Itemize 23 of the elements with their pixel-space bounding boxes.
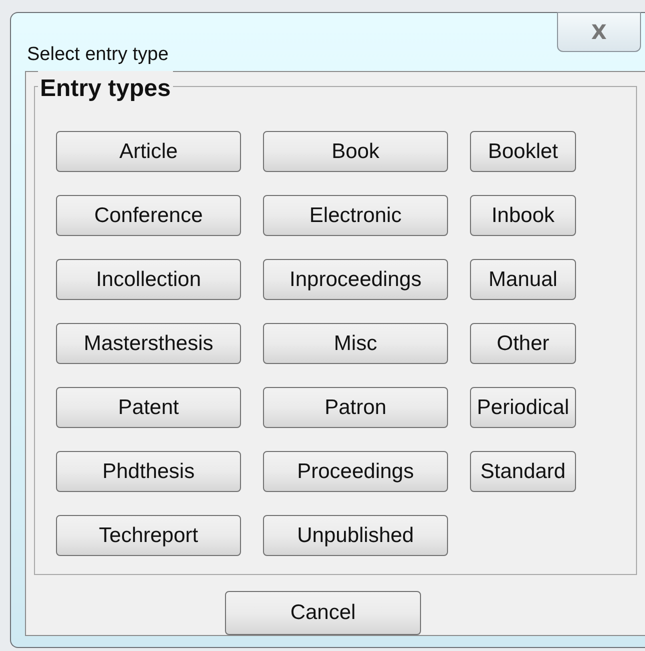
- entry-type-button[interactable]: Article: [56, 131, 241, 172]
- entry-type-button[interactable]: Incollection: [56, 259, 241, 300]
- entry-type-button[interactable]: Manual: [470, 259, 576, 300]
- entry-type-button[interactable]: Mastersthesis: [56, 323, 241, 364]
- entry-type-button[interactable]: Conference: [56, 195, 241, 236]
- entry-type-button[interactable]: Standard: [470, 451, 576, 492]
- entry-type-button[interactable]: Periodical: [470, 387, 576, 428]
- entry-type-button[interactable]: Book: [263, 131, 448, 172]
- cancel-button[interactable]: Cancel: [225, 591, 421, 635]
- entry-type-button[interactable]: Proceedings: [263, 451, 448, 492]
- window-title: Select entry type: [27, 43, 169, 67]
- entry-type-button[interactable]: Phdthesis: [56, 451, 241, 492]
- entry-type-button[interactable]: Unpublished: [263, 515, 448, 556]
- entry-type-button[interactable]: Techreport: [56, 515, 241, 556]
- entry-type-button[interactable]: Inbook: [470, 195, 576, 236]
- entry-type-button[interactable]: Electronic: [263, 195, 448, 236]
- entry-type-button[interactable]: Patron: [263, 387, 448, 428]
- entry-type-button[interactable]: Other: [470, 323, 576, 364]
- entry-type-button[interactable]: Booklet: [470, 131, 576, 172]
- entry-type-button[interactable]: Misc: [263, 323, 448, 364]
- entry-type-button[interactable]: Inproceedings: [263, 259, 448, 300]
- close-button[interactable]: X: [557, 12, 641, 52]
- entry-type-button[interactable]: Patent: [56, 387, 241, 428]
